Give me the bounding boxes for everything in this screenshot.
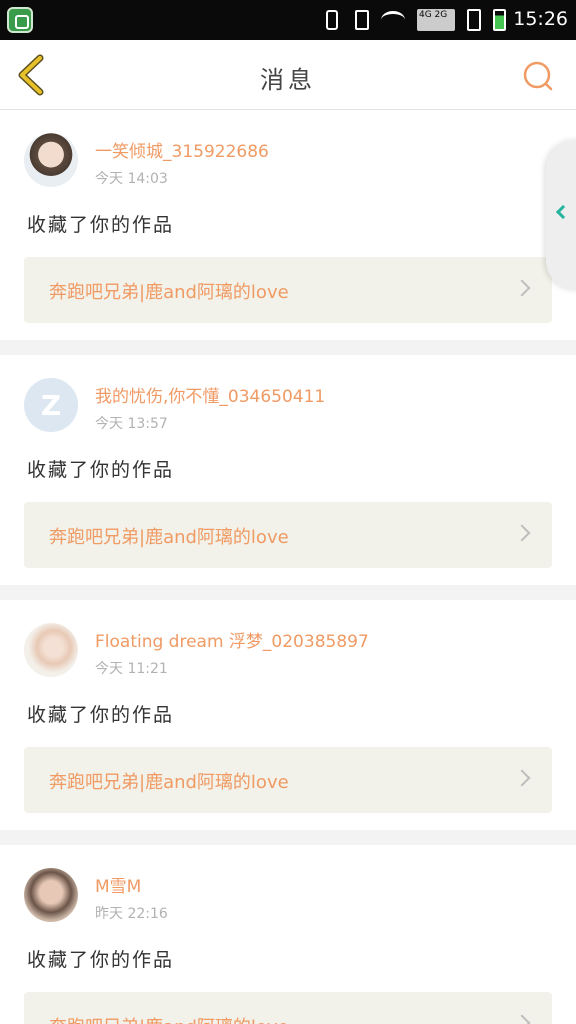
user-name[interactable]: Floating dream 浮梦_020385897 (95, 627, 369, 652)
work-link[interactable]: 奔跑吧兄弟|鹿and阿璃的love (24, 257, 552, 323)
message-card: 我的忧伤,你不懂_034650411 今天 13:57 收藏了你的作品 奔跑吧兄… (0, 355, 576, 585)
chevron-right-icon (513, 769, 531, 787)
mute-icon (355, 10, 369, 30)
chevron-left-icon (555, 204, 571, 220)
message-time: 昨天 22:16 (95, 906, 168, 922)
page-title: 消息 (260, 66, 316, 94)
user-name[interactable]: 一笑倾城_315922686 (95, 137, 269, 162)
vibrate-icon (326, 10, 338, 30)
work-link[interactable]: 奔跑吧兄弟|鹿and阿璃的love (24, 992, 552, 1024)
chevron-right-icon (513, 1014, 531, 1024)
app-shield-icon (7, 7, 33, 33)
work-title: 奔跑吧兄弟|鹿and阿璃的love (49, 772, 289, 793)
signal-icon: 4G 2G (417, 9, 455, 31)
message-time: 今天 13:57 (95, 416, 168, 432)
avatar[interactable] (24, 378, 78, 432)
sim-icon (467, 9, 481, 31)
message-action: 收藏了你的作品 (27, 949, 175, 971)
message-action: 收藏了你的作品 (27, 459, 175, 481)
avatar[interactable] (24, 623, 78, 677)
app-header: 消息 (0, 40, 576, 110)
side-drawer-handle[interactable] (546, 140, 576, 290)
work-title: 奔跑吧兄弟|鹿and阿璃的love (49, 1013, 289, 1024)
message-action: 收藏了你的作品 (27, 214, 175, 236)
message-time: 今天 14:03 (95, 171, 168, 187)
message-card: M雪M 昨天 22:16 收藏了你的作品 奔跑吧兄弟|鹿and阿璃的love (0, 845, 576, 1024)
search-button[interactable] (522, 60, 554, 92)
work-title: 奔跑吧兄弟|鹿and阿璃的love (49, 282, 289, 303)
chevron-right-icon (513, 524, 531, 542)
message-time: 今天 11:21 (95, 661, 168, 677)
user-name[interactable]: M雪M (95, 872, 141, 897)
wifi-icon (381, 11, 405, 29)
search-icon (523, 61, 553, 91)
work-title: 奔跑吧兄弟|鹿and阿璃的love (49, 527, 289, 548)
message-list[interactable]: 一笑倾城_315922686 今天 14:03 收藏了你的作品 奔跑吧兄弟|鹿a… (0, 110, 576, 1024)
battery-icon (493, 9, 506, 31)
message-card: Floating dream 浮梦_020385897 今天 11:21 收藏了… (0, 600, 576, 830)
message-card: 一笑倾城_315922686 今天 14:03 收藏了你的作品 奔跑吧兄弟|鹿a… (0, 110, 576, 340)
chevron-right-icon (513, 279, 531, 297)
status-bar: 4G 2G 15:26 (0, 0, 576, 40)
status-icons: 4G 2G (321, 8, 506, 32)
avatar[interactable] (24, 868, 78, 922)
work-link[interactable]: 奔跑吧兄弟|鹿and阿璃的love (24, 747, 552, 813)
avatar[interactable] (24, 133, 78, 187)
user-name[interactable]: 我的忧伤,你不懂_034650411 (95, 382, 325, 407)
work-link[interactable]: 奔跑吧兄弟|鹿and阿璃的love (24, 502, 552, 568)
message-action: 收藏了你的作品 (27, 704, 175, 726)
status-clock: 15:26 (513, 8, 568, 30)
